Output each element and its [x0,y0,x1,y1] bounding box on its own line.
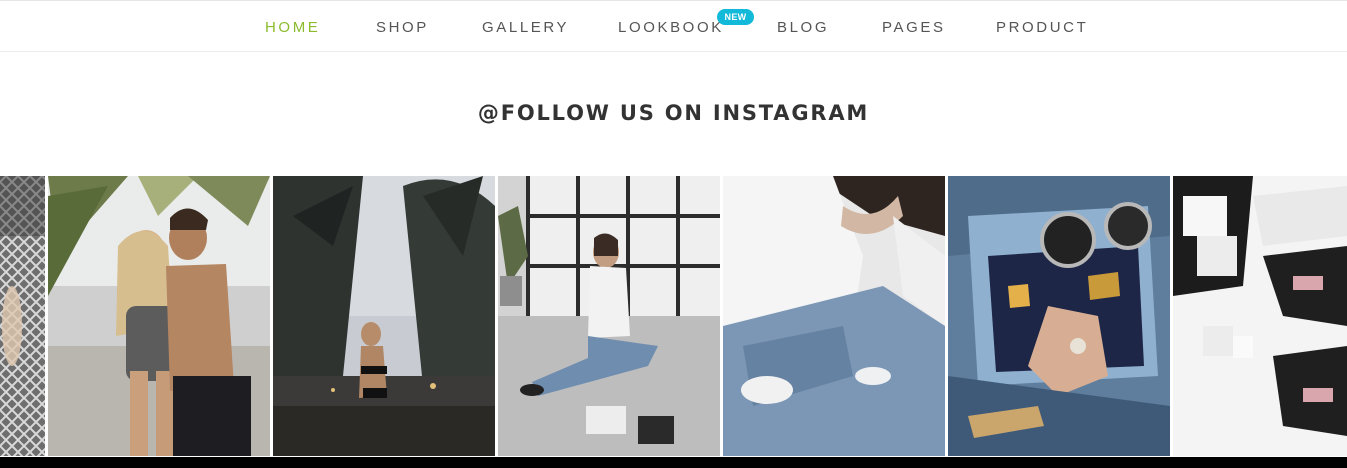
instagram-photo-7[interactable] [1173,176,1347,456]
beach-couple-image [48,176,270,456]
patterned-fabric-image [0,176,45,456]
nav-gallery[interactable]: GALLERY [482,19,569,36]
coach-bag-image [948,176,1170,456]
instagram-section-title: @FOLLOW US ON INSTAGRAM [477,101,870,125]
instagram-photo-3[interactable] [273,176,495,456]
instagram-photo-4[interactable] [498,176,720,456]
nav-pages[interactable]: PAGES [882,19,946,36]
instagram-photo-1[interactable] [0,176,45,456]
instagram-photo-5[interactable] [723,176,945,456]
footer-strip [0,457,1347,468]
new-badge: NEW [717,9,754,25]
main-navigation: HOME SHOP GALLERY LOOKBOOK NEW BLOG PAGE… [0,0,1347,52]
instagram-photo-2[interactable] [48,176,270,456]
white-shirt-jeans-image [723,176,945,456]
nav-lookbook[interactable]: LOOKBOOK [618,19,724,36]
nav-home[interactable]: HOME [265,19,320,36]
instagram-photo-6[interactable] [948,176,1170,456]
palm-beach-image [273,176,495,456]
nav-blog[interactable]: BLOG [777,19,829,36]
woman-sitting-image [498,176,720,456]
nav-product[interactable]: PRODUCT [996,19,1088,36]
nav-shop[interactable]: SHOP [376,19,429,36]
instagram-gallery [0,176,1347,456]
sneakers-image [1173,176,1347,456]
